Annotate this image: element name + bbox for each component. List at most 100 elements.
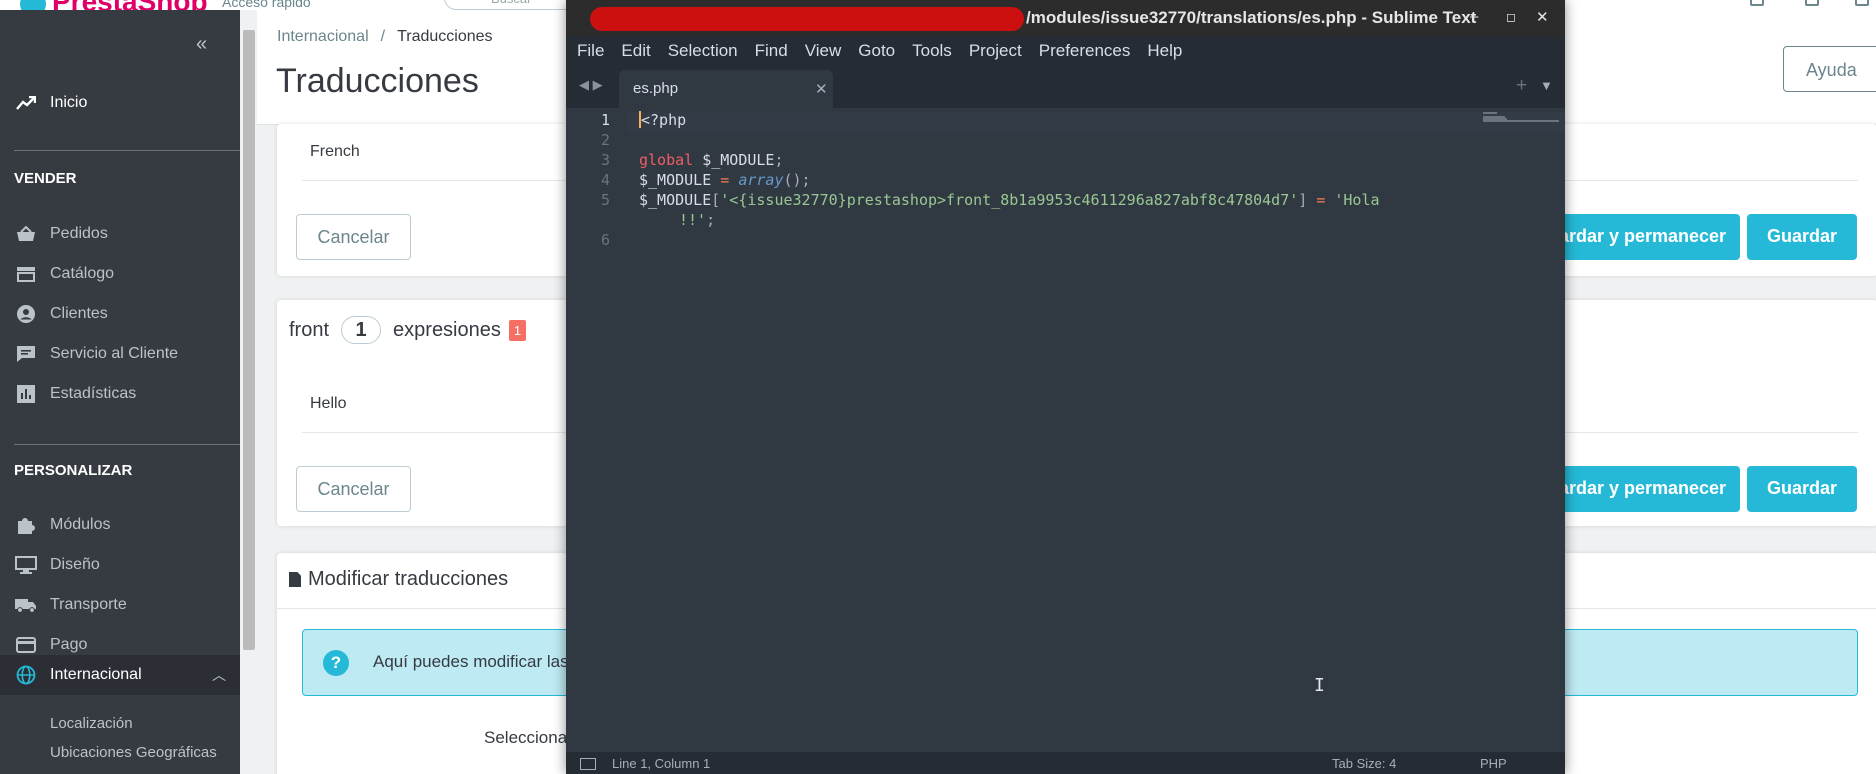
tab-label: es.php	[633, 80, 679, 97]
save-button[interactable]: Guardar	[1747, 466, 1857, 512]
credit-card-icon	[14, 637, 38, 653]
save-button[interactable]: Guardar	[1747, 214, 1857, 260]
operator: =	[1316, 191, 1326, 209]
menu-file[interactable]: File	[577, 41, 604, 61]
chat-icon	[14, 345, 38, 363]
close-tab-icon[interactable]: ✕	[815, 80, 828, 98]
close-icon[interactable]: ✕	[1536, 8, 1549, 26]
modify-translations-header: Modificar traducciones	[289, 568, 508, 591]
collapse-sidebar-icon[interactable]: «	[196, 33, 207, 56]
domain-title: front 1 expresiones 1	[289, 316, 527, 344]
code-line-5-wrap[interactable]: !!';	[679, 211, 715, 229]
show-panel-icon[interactable]	[580, 758, 596, 770]
breadcrumb: Internacional / Traducciones	[277, 28, 493, 46]
sidebar-section-vender: VENDER	[14, 170, 77, 187]
text-cursor-icon: I	[1314, 675, 1325, 696]
variable-module: $_MODULE	[702, 151, 775, 169]
function-array: array	[738, 171, 784, 189]
menu-selection[interactable]: Selection	[668, 41, 738, 61]
sidebar-subitem-localizacion[interactable]: Localización	[50, 715, 133, 732]
sidebar-item-label: Diseño	[50, 556, 100, 573]
sidebar-item-servicio-cliente[interactable]: Servicio al Cliente	[0, 334, 240, 374]
sidebar-item-label: Internacional	[50, 666, 142, 683]
desktop-icon	[14, 556, 38, 574]
chevron-up-icon: ︿	[212, 667, 226, 683]
help-button[interactable]: Ayuda	[1783, 46, 1876, 92]
translation-key-string: '<{issue32770}prestashop>front_8b1a9953c…	[720, 191, 1299, 209]
menu-project[interactable]: Project	[969, 41, 1022, 61]
tab-es-php[interactable]: es.php ✕	[619, 70, 833, 108]
maximize-icon[interactable]: ◻	[1506, 10, 1516, 24]
operator: =	[720, 171, 730, 189]
prestashop-logo[interactable]: PrestaShop	[20, 0, 208, 10]
minimize-icon[interactable]: –	[1470, 8, 1478, 25]
cancel-button[interactable]: Cancelar	[296, 466, 411, 512]
sidebar-scrollbar[interactable]	[243, 30, 255, 650]
sidebar-subitem-ubicaciones[interactable]: Ubicaciones Geográficas	[50, 744, 217, 761]
translation-source-text: French	[310, 143, 360, 160]
code-line-3[interactable]: global $_MODULE;	[639, 151, 784, 169]
line-number: 1	[600, 111, 610, 129]
sidebar-item-inicio[interactable]: Inicio	[0, 83, 240, 123]
quick-access-menu[interactable]: Acceso rápido	[222, 0, 311, 10]
line-number-gutter: 1 2 3 4 5 6	[566, 108, 626, 752]
sidebar-item-label: Catálogo	[50, 265, 115, 282]
tab-list-dropdown-icon[interactable]: ▼	[1540, 78, 1553, 93]
account-circle-icon	[14, 304, 38, 324]
menu-preferences[interactable]: Preferences	[1039, 41, 1131, 61]
php-open-tag: <?php	[641, 111, 687, 129]
store-icon	[14, 266, 38, 282]
code-line-5[interactable]: $_MODULE['<{issue32770}prestashop>front_…	[639, 191, 1380, 209]
variable-module: $_MODULE	[639, 191, 712, 209]
menu-tools[interactable]: Tools	[912, 41, 952, 61]
trending-up-icon	[14, 96, 38, 110]
tab-nav-arrows-icon[interactable]: ◀ ▶	[579, 77, 603, 93]
sidebar-divider	[14, 444, 240, 445]
user-icon[interactable]	[1855, 0, 1869, 6]
sidebar-item-diseno[interactable]: Diseño	[0, 545, 240, 585]
variable-module: $_MODULE	[639, 171, 712, 189]
cancel-button[interactable]: Cancelar	[296, 214, 411, 260]
sidebar-item-modulos[interactable]: Módulos	[0, 505, 240, 545]
code-line-1[interactable]: <?php	[639, 111, 686, 129]
new-tab-icon[interactable]: +	[1516, 75, 1527, 97]
bar-chart-icon	[14, 385, 38, 403]
breadcrumb-parent[interactable]: Internacional	[277, 28, 369, 45]
truck-icon	[14, 597, 38, 613]
sidebar-item-internacional[interactable]: Internacional ︿	[0, 655, 240, 695]
puzzle-icon	[14, 515, 38, 535]
tab-size[interactable]: Tab Size: 4	[1332, 756, 1396, 771]
sidebar-item-clientes[interactable]: Clientes	[0, 294, 240, 334]
sidebar-item-catalogo[interactable]: Catálogo	[0, 254, 240, 294]
menu-find[interactable]: Find	[755, 41, 788, 61]
help-circle-icon: ?	[323, 650, 349, 676]
sidebar-item-label: Clientes	[50, 305, 108, 322]
translation-value-string-cont: !!'	[679, 211, 707, 229]
menu-goto[interactable]: Goto	[858, 41, 895, 61]
sidebar-item-pedidos[interactable]: Pedidos	[0, 214, 240, 254]
line-number: 3	[600, 151, 610, 169]
menu-view[interactable]: View	[805, 41, 842, 61]
status-bar: Line 1, Column 1 Tab Size: 4 PHP	[566, 752, 1565, 774]
sidebar-item-estadisticas[interactable]: Estadísticas	[0, 374, 240, 414]
sidebar-item-label: Transporte	[50, 596, 127, 613]
menu-edit[interactable]: Edit	[621, 41, 650, 61]
minimap[interactable]	[1483, 112, 1561, 126]
window-titlebar[interactable]: /modules/issue32770/translations/es.php …	[566, 0, 1565, 36]
page-title: Traducciones	[276, 62, 479, 100]
prestashop-logo-icon	[20, 0, 46, 10]
syntax-mode[interactable]: PHP	[1480, 756, 1507, 771]
store-icon[interactable]	[1805, 0, 1819, 6]
modify-translations-title: Modificar traducciones	[308, 568, 509, 590]
sidebar-item-transporte[interactable]: Transporte	[0, 585, 240, 625]
search-input[interactable]: Buscar	[444, 0, 584, 10]
notifications-icon[interactable]	[1750, 0, 1764, 6]
menu-bar: File Edit Selection Find View Goto Tools…	[566, 36, 1565, 66]
menu-help[interactable]: Help	[1147, 41, 1182, 61]
cursor-position: Line 1, Column 1	[612, 756, 711, 771]
logo-text: PrestaShop	[52, 0, 208, 10]
window-title: /modules/issue32770/translations/es.php …	[1026, 8, 1477, 27]
code-line-4[interactable]: $_MODULE = array();	[639, 171, 811, 189]
breadcrumb-separator: /	[380, 28, 386, 45]
sidebar-item-label: Inicio	[50, 94, 88, 111]
